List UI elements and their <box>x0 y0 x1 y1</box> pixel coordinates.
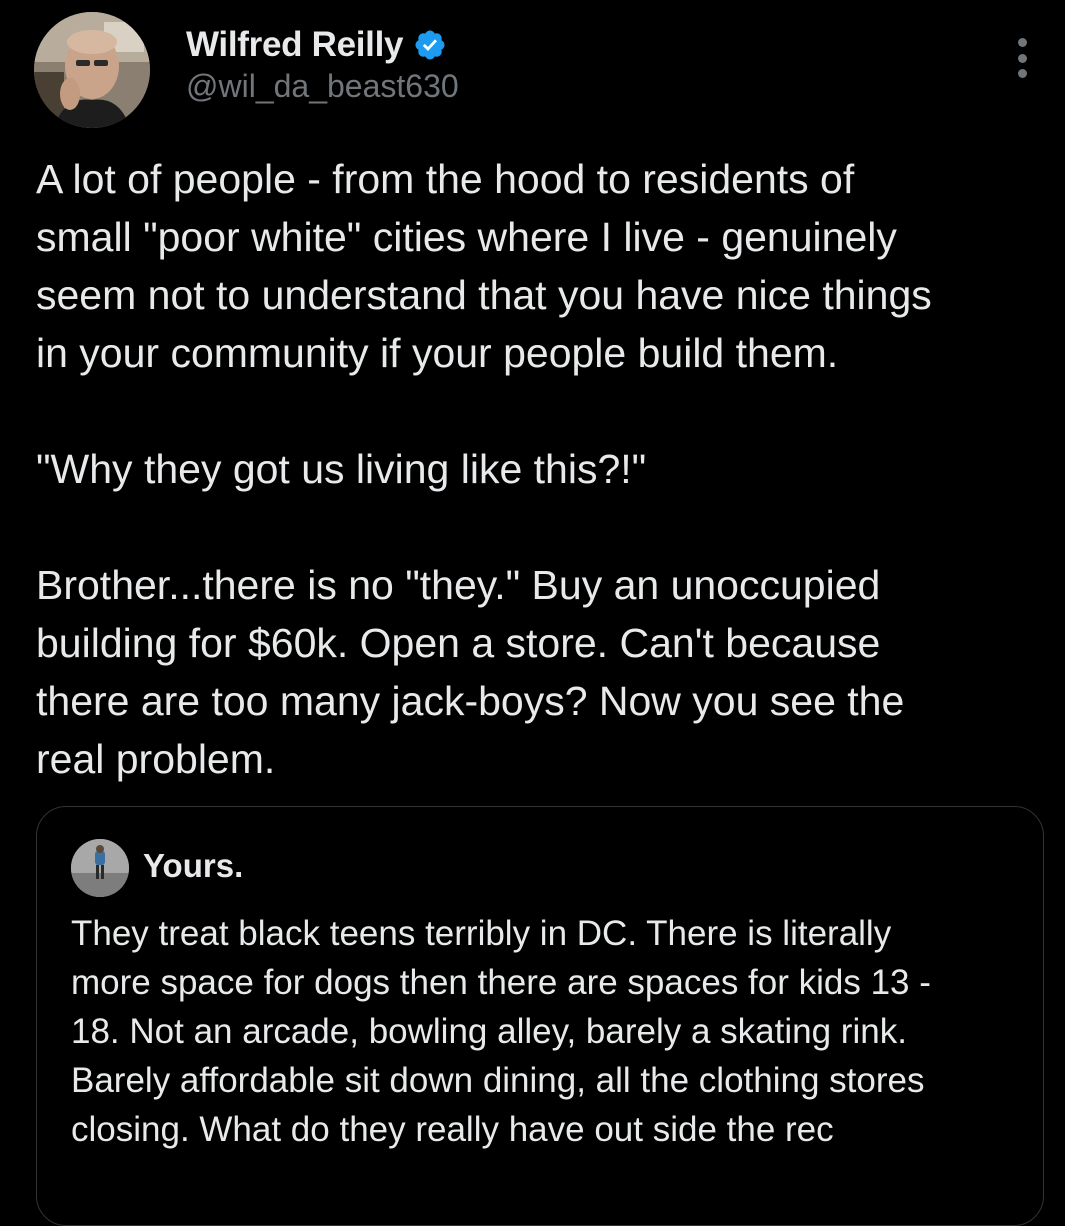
tweet-body-line: real problem. <box>36 736 276 782</box>
avatar-photo-icon <box>34 12 150 128</box>
quoted-body-line: They treat black teens terribly in DC. T… <box>71 914 892 953</box>
tweet-body-line: in your community if your people build t… <box>36 330 839 376</box>
tweet-body-line: small "poor white" cities where I live -… <box>36 214 897 260</box>
tweet-body-line: building for $60k. Open a store. Can't b… <box>36 620 881 666</box>
quoted-avatar-photo-icon <box>71 839 129 897</box>
tweet-body-line: "Why they got us living like this?!" <box>36 446 647 492</box>
quoted-body-line: Barely affordable sit down dining, all t… <box>71 1061 925 1100</box>
tweet-body-line: A lot of people - from the hood to resid… <box>36 156 855 202</box>
quoted-author-avatar[interactable] <box>71 839 129 897</box>
quoted-body-line: 18. Not an arcade, bowling alley, barely… <box>71 1012 907 1051</box>
author-handle[interactable]: @wil_da_beast630 <box>186 68 459 105</box>
quoted-tweet-card[interactable]: Yours. They treat black teens terribly i… <box>36 806 1044 1226</box>
quoted-body-line: closing. What do they really have out si… <box>71 1110 834 1149</box>
more-dot <box>1017 53 1027 63</box>
quoted-author-display-name[interactable]: Yours. <box>143 847 243 885</box>
author-avatar[interactable] <box>34 12 150 128</box>
quoted-tweet-body: They treat black teens terribly in DC. T… <box>71 909 1031 1154</box>
tweet-body-line: seem not to understand that you have nic… <box>36 272 932 318</box>
author-name-row[interactable]: Wilfred Reilly <box>186 22 447 68</box>
tweet-body-line: there are too many jack-boys? Now you se… <box>36 678 905 724</box>
tweet: Wilfred Reilly @wil_da_beast630 A lot of… <box>0 0 1065 1226</box>
more-options-icon[interactable] <box>1008 38 1036 78</box>
more-dot <box>1017 38 1027 47</box>
verified-badge-icon[interactable] <box>413 28 447 62</box>
tweet-body-line: Brother...there is no "they." Buy an uno… <box>36 562 881 608</box>
tweet-body: A lot of people - from the hood to resid… <box>36 150 1046 788</box>
more-dot <box>1017 69 1027 78</box>
quoted-body-line: more space for dogs then there are space… <box>71 963 931 1002</box>
author-display-name[interactable]: Wilfred Reilly <box>186 25 404 65</box>
